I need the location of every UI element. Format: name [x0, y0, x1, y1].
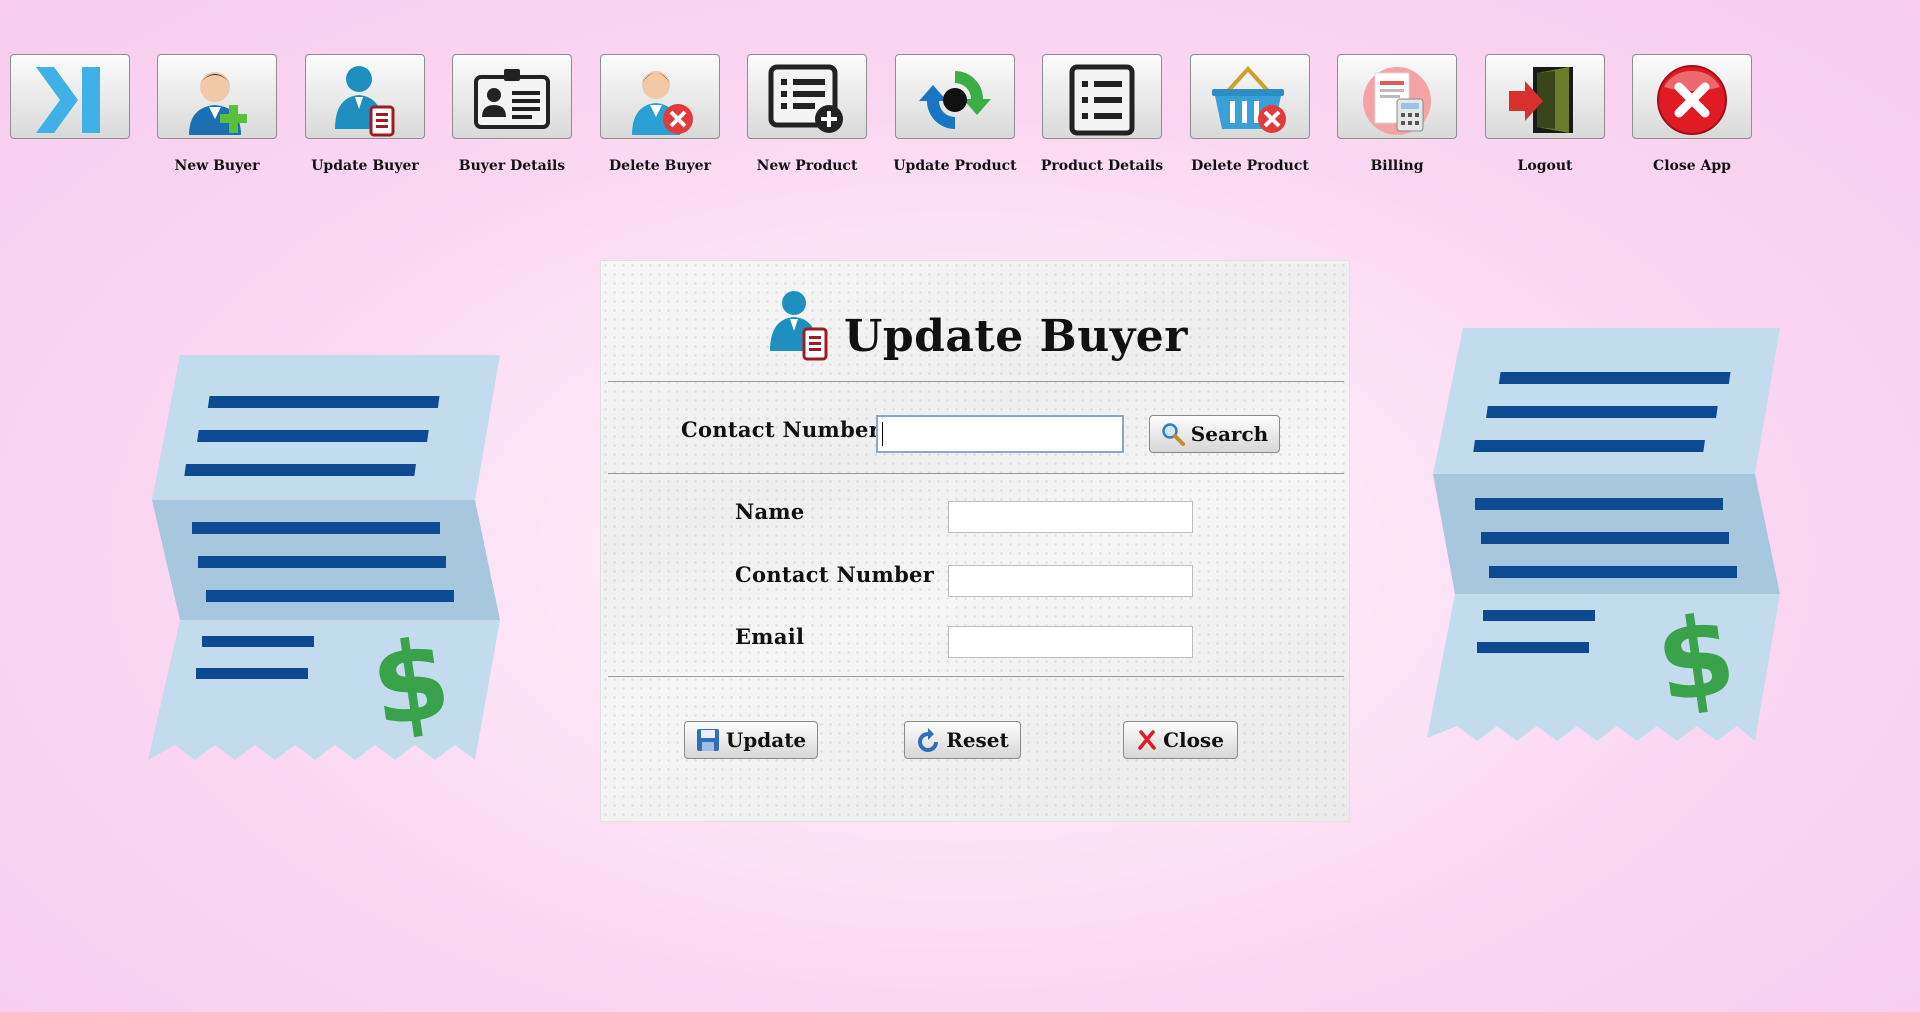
email-field[interactable] — [948, 626, 1193, 658]
toolbar-item-close-app: Close App — [1632, 54, 1752, 174]
update-product-button[interactable] — [895, 54, 1015, 139]
name-field[interactable] — [948, 501, 1193, 533]
toolbar-item-new-buyer: New Buyer — [157, 54, 277, 174]
new-product-button[interactable] — [747, 54, 867, 139]
reset-icon — [918, 728, 939, 752]
toolbar-item-billing: Billing — [1337, 54, 1457, 174]
close-button[interactable]: Close — [1123, 721, 1238, 759]
toolbar-item-collapse — [10, 54, 130, 139]
chevron-bar-icon — [36, 66, 100, 133]
person-edit-icon — [770, 291, 828, 361]
save-icon — [696, 729, 719, 751]
update-button[interactable]: Update — [684, 721, 818, 759]
close-circle-icon — [1657, 64, 1727, 135]
update-buyer-panel: Update Buyer Contact Number Search Name … — [600, 260, 1350, 822]
toolbar-item-label: Close App — [1653, 158, 1731, 174]
toolbar-item-delete-product: Delete Product — [1190, 54, 1310, 174]
divider — [608, 381, 1344, 382]
toolbar-item-update-buyer: Update Buyer — [305, 54, 425, 174]
divider — [608, 473, 1344, 474]
door-exit-icon — [1509, 66, 1573, 133]
person-edit-icon — [335, 65, 395, 136]
name-label: Name — [735, 499, 805, 524]
update-button-label: Update — [725, 728, 807, 752]
contact-number-field[interactable] — [948, 565, 1193, 597]
collapse-button[interactable] — [10, 54, 130, 139]
toolbar-item-product-details: Product Details — [1041, 54, 1163, 174]
toolbar-item-logout: Logout — [1485, 54, 1605, 174]
delete-buyer-button[interactable] — [600, 54, 720, 139]
contact-number-label: Contact Number — [735, 562, 935, 587]
reset-button-label: Reset — [946, 728, 1009, 752]
toolbar-item-delete-buyer: Delete Buyer — [600, 54, 720, 174]
receipt-illustration-left: $ — [148, 355, 500, 760]
update-buyer-button[interactable] — [305, 54, 425, 139]
toolbar: New Buyer Update Buyer Buyer Details Del… — [0, 0, 1920, 190]
text-caret — [882, 422, 883, 446]
person-remove-icon — [632, 70, 693, 135]
product-details-button[interactable] — [1042, 54, 1162, 139]
search-button[interactable]: Search — [1149, 415, 1280, 453]
reset-button[interactable]: Reset — [904, 721, 1021, 759]
id-card-icon — [474, 68, 550, 129]
search-button-label: Search — [1190, 422, 1269, 446]
delete-product-button[interactable] — [1190, 54, 1310, 139]
buyer-details-button[interactable] — [452, 54, 572, 139]
email-label: Email — [735, 624, 805, 649]
toolbar-item-update-product: Update Product — [893, 54, 1017, 174]
close-app-button[interactable] — [1632, 54, 1752, 139]
list-add-icon — [768, 64, 843, 133]
panel-title-row: Update Buyer — [601, 289, 1351, 365]
new-buyer-button[interactable] — [157, 54, 277, 139]
toolbar-item-new-product: New Product — [747, 54, 867, 174]
toolbar-item-buyer-details: Buyer Details — [452, 54, 572, 174]
basket-remove-icon — [1212, 65, 1286, 133]
refresh-icon — [919, 70, 991, 129]
search-icon — [1162, 423, 1185, 446]
receipt-illustration-right: $ — [1427, 328, 1780, 741]
logout-button[interactable] — [1485, 54, 1605, 139]
person-add-icon — [189, 71, 247, 135]
billing-button[interactable] — [1337, 54, 1457, 139]
search-contact-label: Contact Number — [681, 417, 881, 442]
calculator-icon — [1363, 66, 1431, 135]
search-contact-input[interactable] — [876, 415, 1124, 453]
close-icon — [1138, 730, 1156, 750]
page-title: Update Buyer — [844, 311, 1188, 362]
divider — [608, 676, 1344, 677]
close-button-label: Close — [1163, 728, 1224, 752]
list-icon — [1069, 64, 1135, 135]
